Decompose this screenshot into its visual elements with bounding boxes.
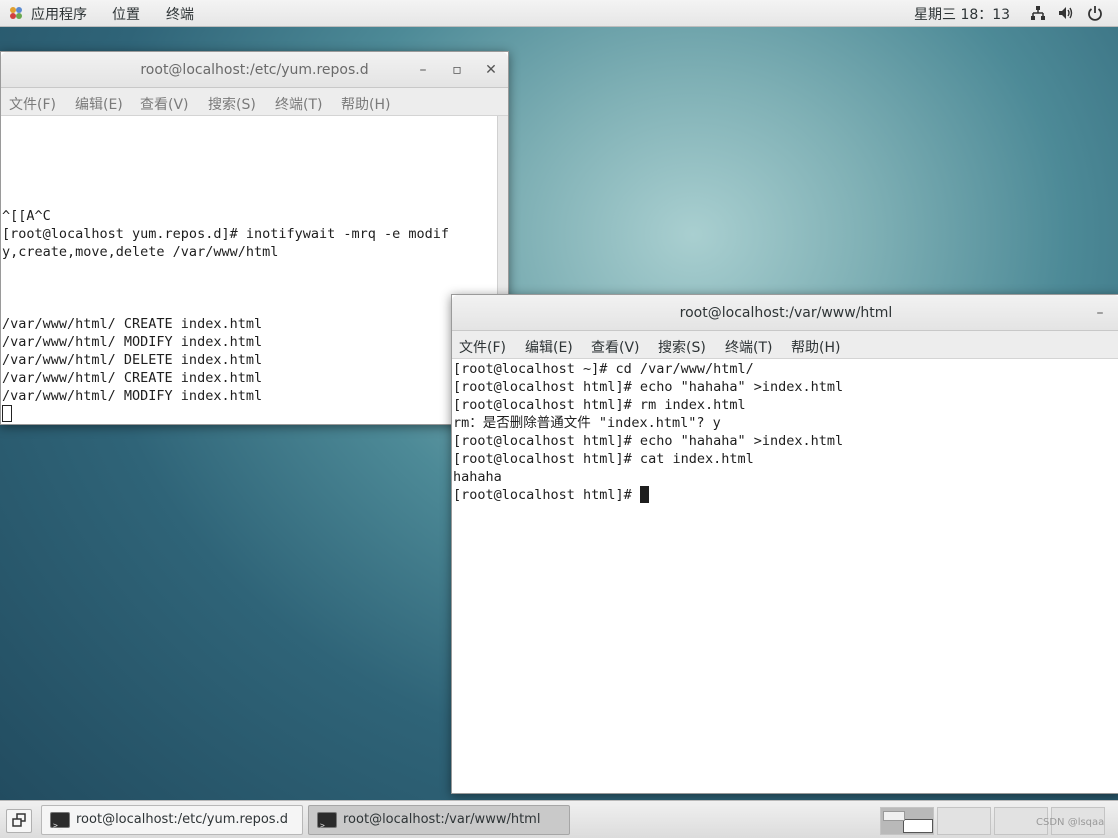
menu-help[interactable]: 帮助(H) — [341, 94, 390, 114]
terminal-line: [root@localhost yum.repos.d]# inotifywai… — [2, 226, 450, 242]
menu-help[interactable]: 帮助(H) — [791, 337, 840, 357]
menu-search[interactable]: 搜索(S) — [658, 337, 706, 357]
power-icon[interactable] — [1087, 5, 1103, 21]
workspace-1[interactable] — [880, 807, 934, 835]
show-desktop-icon — [12, 813, 26, 827]
applications-menu[interactable]: 应用程序 — [31, 4, 87, 24]
menu-edit[interactable]: 编辑(E) — [75, 94, 123, 114]
terminal-cursor — [639, 486, 649, 503]
menu-view[interactable]: 查看(V) — [591, 337, 640, 357]
places-menu[interactable]: 位置 — [112, 4, 140, 24]
window-list-panel: root@localhost:/etc/yum.repos.d root@loc… — [0, 800, 1118, 838]
menubar: 文件(F) 编辑(E) 查看(V) 搜索(S) 终端(T) 帮助(H) — [1, 88, 508, 116]
terminal-line: [root@localhost html]# echo "hahaha" >in… — [453, 433, 844, 449]
task-label: root@localhost:/etc/yum.repos.d — [76, 812, 288, 827]
terminal-window-var-www-html[interactable]: root@localhost:/var/www/html – 文件(F) 编辑(… — [451, 294, 1118, 794]
workspace-window-thumb — [883, 811, 905, 821]
minimize-button[interactable]: – — [409, 52, 437, 88]
minimize-button[interactable]: – — [1086, 295, 1114, 331]
menu-terminal[interactable]: 终端(T) — [275, 94, 322, 114]
window-title: root@localhost:/var/www/html — [679, 305, 893, 321]
terminal-line: /var/www/html/ CREATE index.html — [2, 370, 263, 386]
menu-terminal[interactable]: 终端(T) — [725, 337, 772, 357]
terminal-line: /var/www/html/ DELETE index.html — [2, 352, 263, 368]
applications-icon[interactable] — [9, 6, 23, 20]
menu-edit[interactable]: 编辑(E) — [525, 337, 573, 357]
window-title: root@localhost:/etc/yum.repos.d — [140, 62, 369, 78]
menu-file[interactable]: 文件(F) — [459, 337, 506, 357]
workspace-2[interactable] — [937, 807, 991, 835]
terminal-output[interactable]: ^[[A^C [root@localhost yum.repos.d]# ino… — [1, 116, 508, 424]
terminal-output[interactable]: [root@localhost ~]# cd /var/www/html/ [r… — [452, 359, 1118, 793]
terminal-app-menu[interactable]: 终端 — [166, 4, 194, 24]
terminal-line: /var/www/html/ CREATE index.html — [2, 316, 263, 332]
terminal-cursor-line — [2, 405, 12, 423]
close-button[interactable]: ✕ — [477, 52, 505, 88]
watermark: CSDN @lsqaa — [1036, 817, 1105, 828]
network-icon[interactable] — [1030, 5, 1046, 21]
terminal-line: [root@localhost html]# rm index.html — [453, 397, 746, 413]
show-desktop-button[interactable] — [6, 809, 32, 833]
terminal-line: /var/www/html/ MODIFY index.html — [2, 334, 263, 350]
task-label: root@localhost:/var/www/html — [343, 812, 541, 827]
maximize-button[interactable]: ▫ — [443, 52, 471, 88]
menu-search[interactable]: 搜索(S) — [208, 94, 256, 114]
menu-view[interactable]: 查看(V) — [140, 94, 189, 114]
terminal-cursor — [2, 405, 12, 422]
top-panel: 应用程序 位置 终端 星期三 18：13 — [0, 0, 1118, 27]
terminal-line: rm：是否删除普通文件 "index.html"? y — [453, 415, 721, 431]
terminal-line: [root@localhost ~]# cd /var/www/html/ — [453, 361, 754, 377]
terminal-icon — [317, 812, 337, 838]
task-button-yum-repos[interactable]: root@localhost:/etc/yum.repos.d — [41, 805, 303, 838]
terminal-prompt: [root@localhost html]# — [453, 487, 640, 503]
menubar: 文件(F) 编辑(E) 查看(V) 搜索(S) 终端(T) 帮助(H) — [452, 331, 1118, 359]
terminal-icon — [50, 812, 70, 838]
terminal-line: hahaha — [453, 469, 502, 485]
workspace-window-thumb — [903, 819, 933, 833]
terminal-prompt-line: [root@localhost html]# — [453, 486, 649, 504]
menu-file[interactable]: 文件(F) — [9, 94, 56, 114]
terminal-line: ^[[A^C — [2, 208, 51, 224]
volume-icon[interactable] — [1058, 5, 1074, 21]
terminal-line: [root@localhost html]# cat index.html — [453, 451, 754, 467]
terminal-window-yum-repos[interactable]: root@localhost:/etc/yum.repos.d – ▫ ✕ 文件… — [0, 51, 509, 425]
terminal-line: /var/www/html/ MODIFY index.html — [2, 388, 263, 404]
terminal-line: [root@localhost html]# echo "hahaha" >in… — [453, 379, 844, 395]
terminal-line: y,create,move,delete /var/www/html — [2, 244, 279, 260]
window-titlebar[interactable]: root@localhost:/var/www/html — [452, 295, 1118, 331]
task-button-var-www-html[interactable]: root@localhost:/var/www/html — [308, 805, 570, 838]
clock[interactable]: 星期三 18：13 — [914, 4, 1010, 24]
